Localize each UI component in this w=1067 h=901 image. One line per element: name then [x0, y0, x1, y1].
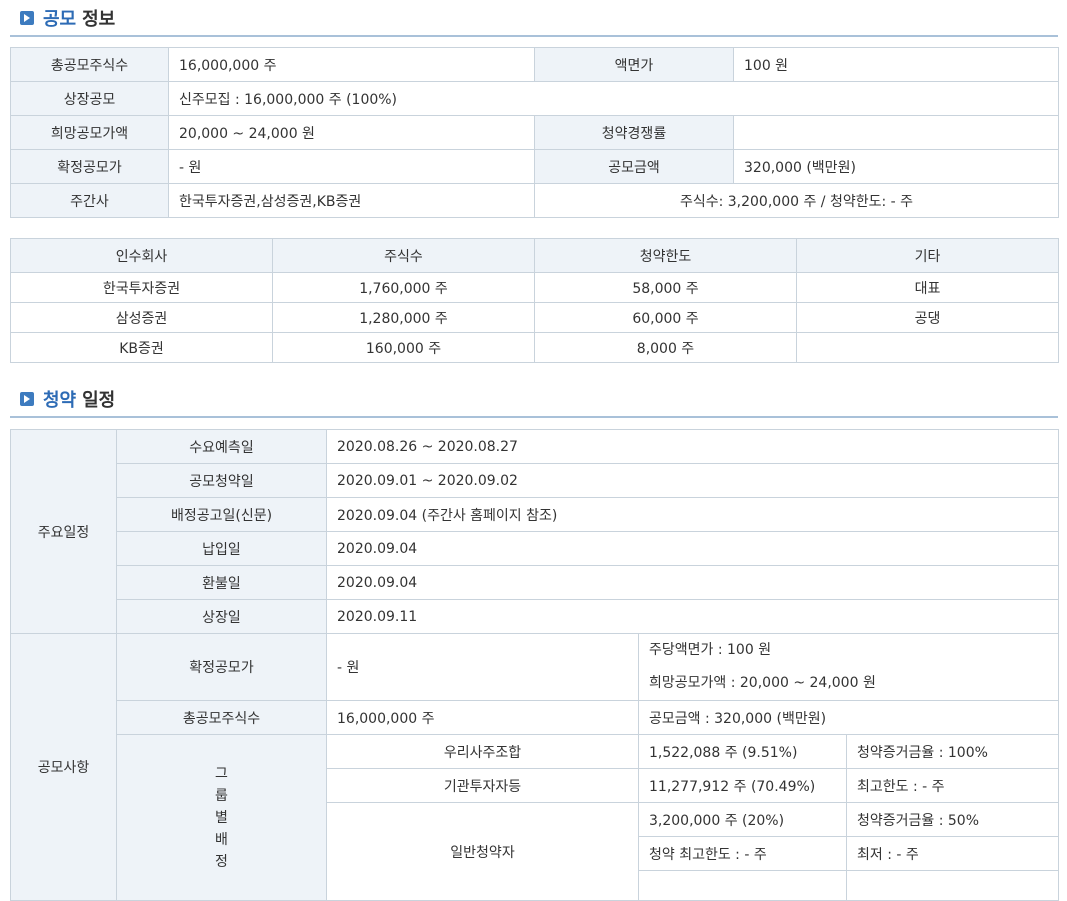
- employee-shares: 1,522,088 주 (9.51%): [638, 734, 847, 769]
- amount-value: 320,000 (백만원): [733, 149, 1059, 184]
- vertical-char: 룹: [215, 787, 228, 804]
- vertical-char: 배: [215, 831, 228, 848]
- main-schedule-label: 주요일정: [10, 429, 117, 634]
- hope-price-value: 20,000 ~ 24,000 원: [168, 115, 535, 150]
- underwriter-limit: 8,000 주: [534, 332, 797, 363]
- section-title-highlight: 공모: [43, 9, 77, 30]
- retail-min-limit: 최저 : - 주: [845, 836, 1060, 871]
- par-value: 100 원: [733, 47, 1059, 82]
- section-title-highlight: 청약: [43, 390, 77, 411]
- underwriter-etc: 공댕: [796, 302, 1059, 333]
- offering-total-label: 총공모주식수: [116, 700, 327, 735]
- underwriter-shares: 1,760,000 주: [272, 272, 535, 303]
- manager-value: 한국투자증권,삼성증권,KB증권: [168, 183, 535, 218]
- amount-label: 공모금액: [534, 149, 734, 184]
- section-title-rest: 일정: [82, 390, 116, 411]
- schedule-item-value: 2020.09.04 (주간사 홈페이지 참조): [325, 497, 1060, 532]
- retail-label: 일반청약자: [326, 802, 639, 901]
- section-divider: [10, 416, 1058, 418]
- table-row: 한국투자증권 1,760,000 주 58,000 주 대표: [10, 272, 1059, 303]
- offering-final-price-value: - 원: [326, 633, 639, 701]
- schedule-item-value: 2020.08.26 ~ 2020.08.27: [325, 429, 1060, 464]
- retail-shares: 3,200,000 주 (20%): [638, 802, 847, 837]
- hope-price-label: 희망공모가액: [10, 115, 169, 150]
- bullet-arrow-icon: [20, 392, 34, 406]
- hope-price-range: 희망공모가액 : 20,000 ~ 24,000 원: [649, 675, 876, 691]
- schedule-item-value: 2020.09.04: [325, 531, 1060, 566]
- table-row: KB증권 160,000 주 8,000 주: [10, 332, 1059, 363]
- underwriters-table: 인수회사 주식수 청약한도 기타 한국투자증권 1,760,000 주 58,0…: [10, 238, 1059, 363]
- section-title-subscription-schedule: 청약 일정: [20, 385, 115, 413]
- total-shares-value: 16,000,000 주: [168, 47, 535, 82]
- underwriter-name: KB증권: [10, 332, 273, 363]
- final-price-label: 확정공모가: [10, 149, 169, 184]
- retail-max-limit: 청약 최고한도 : - 주: [638, 836, 847, 871]
- vertical-char: 별: [215, 809, 228, 826]
- par-label: 액면가: [534, 47, 734, 82]
- vertical-char: 정: [215, 853, 228, 870]
- schedule-item-label: 상장일: [116, 599, 327, 634]
- vertical-char: 그: [215, 765, 228, 782]
- schedule-item-label: 납입일: [116, 531, 327, 566]
- underwriter-shares: 1,280,000 주: [272, 302, 535, 333]
- underwriter-etc: [796, 332, 1059, 363]
- section-divider: [10, 35, 1058, 37]
- bullet-arrow-icon: [20, 11, 34, 25]
- subscription-schedule-table: 주요일정 수요예측일 2020.08.26 ~ 2020.08.27 공모청약일…: [10, 429, 1060, 901]
- group-allocation-label: 그 룹 별 배 정: [116, 734, 327, 901]
- col-header-underwriter: 인수회사: [10, 238, 273, 273]
- col-header-shares: 주식수: [272, 238, 535, 273]
- retail-extra-cell: [638, 870, 847, 901]
- listing-value: 신주모집 : 16,000,000 주 (100%): [168, 81, 1059, 116]
- underwriter-name: 한국투자증권: [10, 272, 273, 303]
- schedule-item-label: 수요예측일: [116, 429, 327, 464]
- underwriter-shares: 160,000 주: [272, 332, 535, 363]
- schedule-item-value: 2020.09.04: [325, 565, 1060, 600]
- employee-label: 우리사주조합: [326, 734, 639, 769]
- section-title-rest: 정보: [82, 9, 116, 30]
- section-title-offering-info: 공모 정보: [20, 4, 115, 32]
- offering-total-value: 16,000,000 주: [326, 700, 639, 735]
- listing-label: 상장공모: [10, 81, 169, 116]
- institution-note: 최고한도 : - 주: [845, 768, 1060, 803]
- retail-note: 청약증거금율 : 50%: [845, 802, 1060, 837]
- underwriter-name: 삼성증권: [10, 302, 273, 333]
- col-header-etc: 기타: [796, 238, 1059, 273]
- offering-details-label: 공모사항: [10, 633, 117, 901]
- offering-info-table: 총공모주식수 16,000,000 주 액면가 100 원 상장공모 신주모집 …: [10, 47, 1059, 218]
- manager-shares: 주식수: 3,200,000 주 / 청약한도: - 주: [534, 183, 1059, 218]
- col-header-limit: 청약한도: [534, 238, 797, 273]
- schedule-item-value: 2020.09.01 ~ 2020.09.02: [325, 463, 1060, 498]
- total-shares-label: 총공모주식수: [10, 47, 169, 82]
- schedule-item-label: 공모청약일: [116, 463, 327, 498]
- offering-final-price-label: 확정공모가: [116, 633, 327, 701]
- underwriter-limit: 58,000 주: [534, 272, 797, 303]
- retail-extra-cell: [845, 870, 1060, 901]
- competition-label: 청약경쟁률: [534, 115, 734, 150]
- underwriter-etc: 대표: [796, 272, 1059, 303]
- table-row: 삼성증권 1,280,000 주 60,000 주 공댕: [10, 302, 1059, 333]
- schedule-item-label: 환불일: [116, 565, 327, 600]
- employee-note: 청약증거금율 : 100%: [845, 734, 1060, 769]
- underwriter-limit: 60,000 주: [534, 302, 797, 333]
- offering-price-info: 주당액면가 : 100 원 희망공모가액 : 20,000 ~ 24,000 원: [637, 633, 1060, 701]
- competition-value: [733, 115, 1059, 150]
- manager-label: 주간사: [10, 183, 169, 218]
- institution-shares: 11,277,912 주 (70.49%): [638, 768, 847, 803]
- par-per-share: 주당액면가 : 100 원: [649, 642, 772, 658]
- institution-label: 기관투자자등: [326, 768, 639, 803]
- final-price-value: - 원: [168, 149, 535, 184]
- schedule-item-label: 배정공고일(신문): [116, 497, 327, 532]
- offering-amount: 공모금액 : 320,000 (백만원): [637, 700, 1060, 735]
- schedule-item-value: 2020.09.11: [325, 599, 1060, 634]
